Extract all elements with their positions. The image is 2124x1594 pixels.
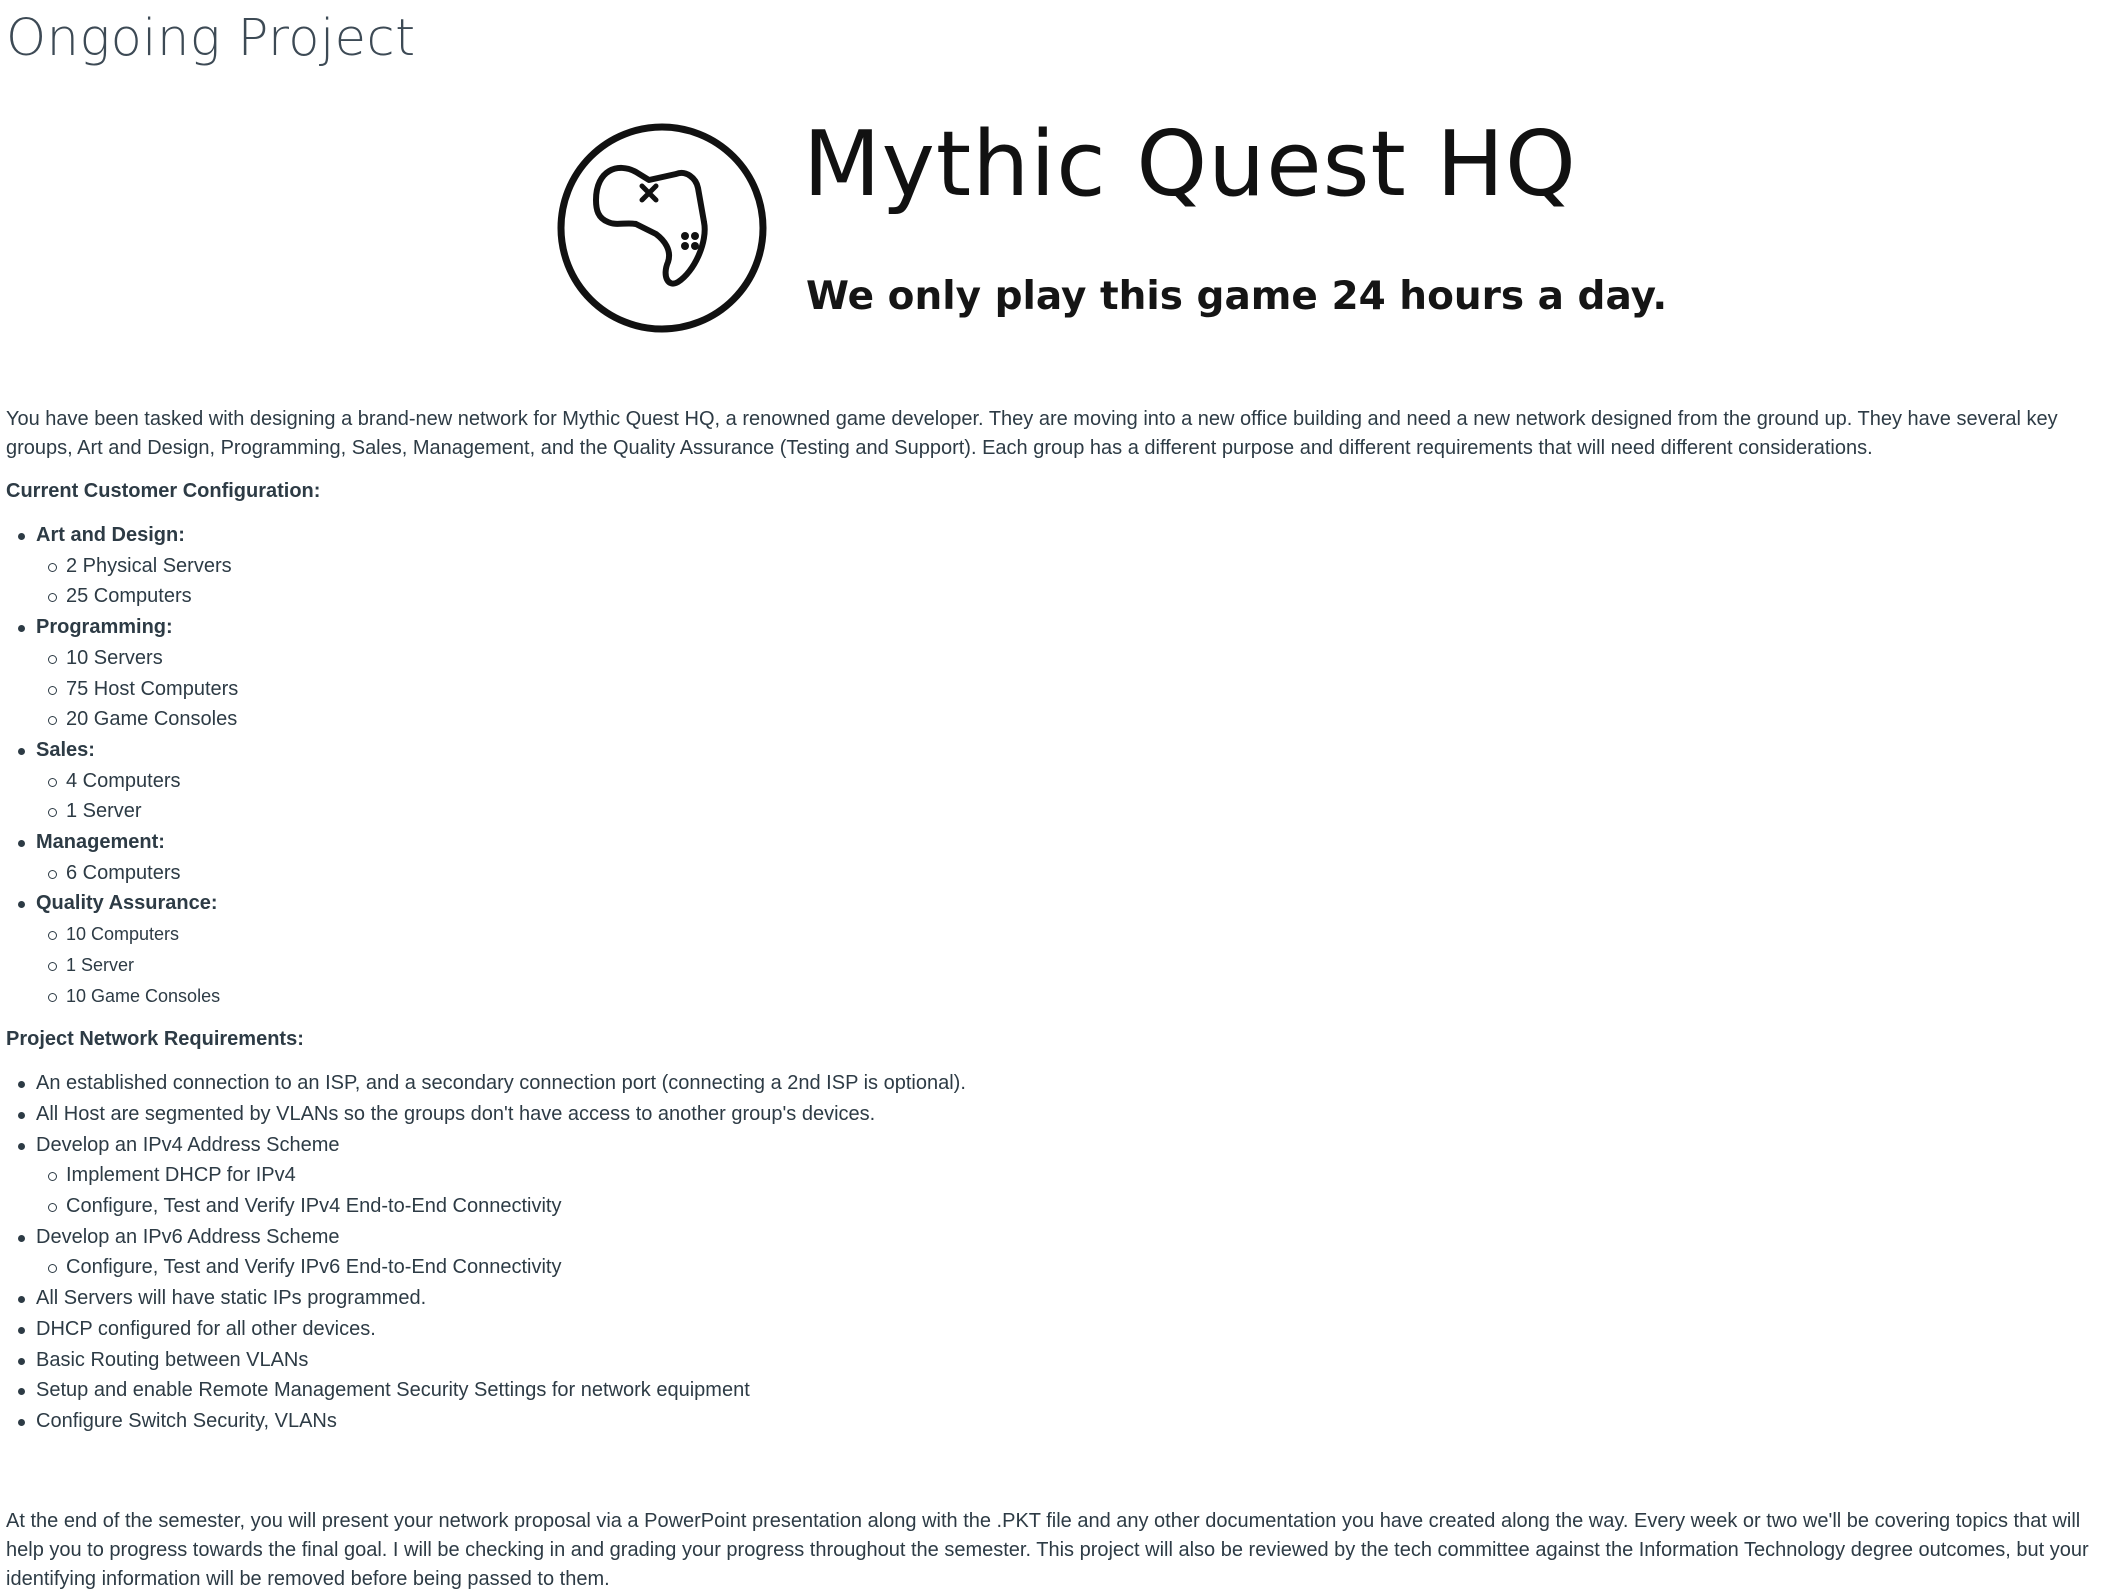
- list-item: 1 Server: [36, 796, 2120, 827]
- list-item: Configure, Test and Verify IPv6 End-to-E…: [36, 1252, 2120, 1283]
- page: Ongoing Project Mythic Quest HQ We only …: [0, 0, 2124, 1594]
- list-item: 10 Game Consoles: [36, 981, 2120, 1012]
- list-item: 75 Host Computers: [36, 674, 2120, 705]
- list-item: All Host are segmented by VLANs so the g…: [6, 1099, 2120, 1130]
- group-label: Management:: [36, 831, 165, 854]
- game-controller-icon: [557, 123, 767, 333]
- list-item: 20 Game Consoles: [36, 704, 2120, 735]
- company-name: Mythic Quest HQ: [803, 112, 1577, 217]
- list-item: Develop an IPv6 Address Scheme Configure…: [6, 1222, 2120, 1283]
- list-item: 10 Servers: [36, 643, 2120, 674]
- list-item: All Servers will have static IPs program…: [6, 1283, 2120, 1314]
- list-item: Develop an IPv4 Address Scheme Implement…: [6, 1130, 2120, 1222]
- configuration-list: Art and Design: 2 Physical Servers 25 Co…: [6, 520, 2120, 1011]
- list-item: Art and Design: 2 Physical Servers 25 Co…: [6, 520, 2120, 612]
- requirements-heading: Project Network Requirements:: [6, 1028, 304, 1051]
- list-item: Basic Routing between VLANs: [6, 1345, 2120, 1376]
- list-item: Management: 6 Computers: [6, 827, 2120, 888]
- company-banner: Mythic Quest HQ We only play this game 2…: [6, 112, 2120, 414]
- list-item: An established connection to an ISP, and…: [6, 1068, 2120, 1099]
- list-item: 10 Computers: [36, 919, 2120, 950]
- list-item: Quality Assurance: 10 Computers 1 Server…: [6, 888, 2120, 1011]
- list-item: Implement DHCP for IPv4: [36, 1160, 2120, 1191]
- group-label: Programming:: [36, 616, 173, 639]
- list-item: Configure Switch Security, VLANs: [6, 1406, 2120, 1437]
- closing-paragraph: At the end of the semester, you will pre…: [6, 1509, 2089, 1590]
- group-label: Quality Assurance:: [36, 892, 218, 915]
- requirement-text: Develop an IPv4 Address Scheme: [36, 1133, 340, 1156]
- list-item: DHCP configured for all other devices.: [6, 1314, 2120, 1345]
- configuration-heading: Current Customer Configuration:: [6, 480, 321, 502]
- list-item: 4 Computers: [36, 766, 2120, 797]
- list-item: Sales: 4 Computers 1 Server: [6, 735, 2120, 827]
- requirements-list: An established connection to an ISP, and…: [6, 1068, 2120, 1436]
- page-title: Ongoing Project: [6, 9, 416, 68]
- list-item: Setup and enable Remote Management Secur…: [6, 1375, 2120, 1406]
- company-tagline: We only play this game 24 hours a day.: [806, 274, 1668, 319]
- list-item: 1 Server: [36, 950, 2120, 981]
- list-item: Programming: 10 Servers 75 Host Computer…: [6, 612, 2120, 735]
- list-item: 25 Computers: [36, 581, 2120, 612]
- requirement-text: Develop an IPv6 Address Scheme: [36, 1225, 340, 1248]
- list-item: 2 Physical Servers: [36, 551, 2120, 582]
- group-label: Sales:: [36, 738, 95, 761]
- group-label: Art and Design:: [36, 524, 185, 546]
- list-item: 6 Computers: [36, 858, 2120, 889]
- list-item: Configure, Test and Verify IPv4 End-to-E…: [36, 1191, 2120, 1222]
